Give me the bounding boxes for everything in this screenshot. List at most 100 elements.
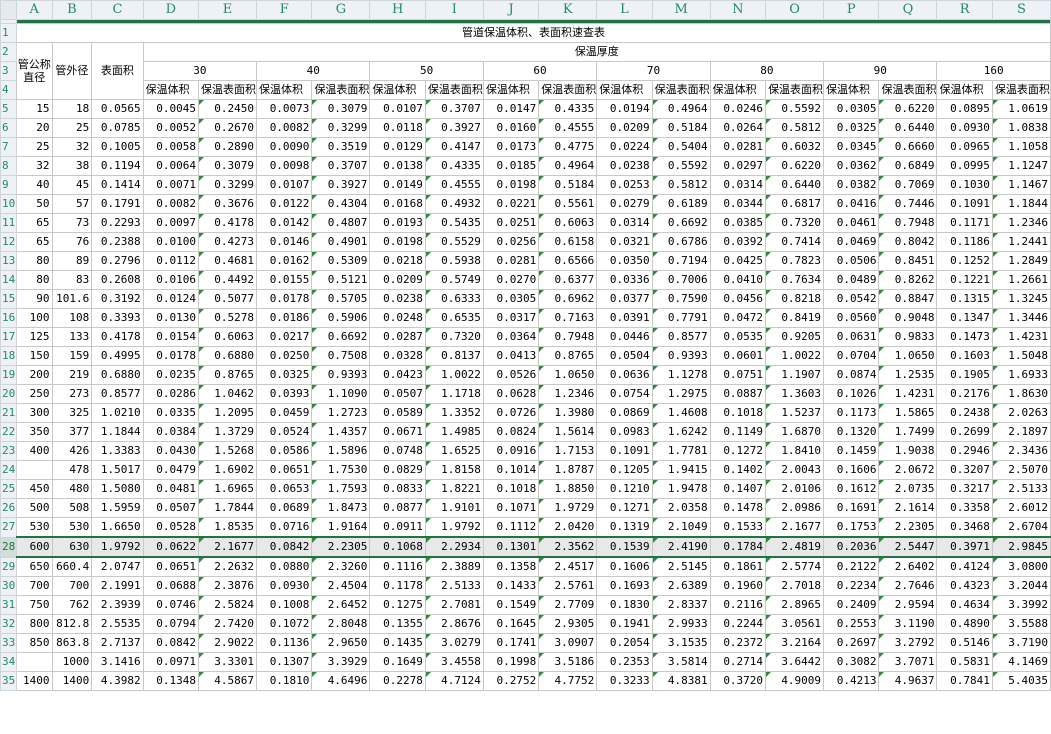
table-cell[interactable]: 0.3082 [823,652,880,672]
table-cell[interactable]: 0.4555 [538,118,598,138]
row-number[interactable]: 26 [0,498,17,518]
table-cell[interactable]: 0.0461 [823,213,880,233]
table-cell[interactable]: 0.5146 [936,633,993,653]
table-cell[interactable]: 1.9415 [651,460,711,480]
table-cell[interactable]: 0.0459 [256,403,313,423]
table-cell[interactable]: 0.0565 [91,99,144,119]
table-cell[interactable]: 2.2305 [878,517,938,538]
column-header-n[interactable]: N [709,0,767,20]
table-cell[interactable]: 600 [15,536,53,558]
table-cell[interactable]: 0.6849 [878,156,938,176]
table-cell[interactable]: 3.2044 [991,576,1051,596]
table-cell[interactable]: 0.6032 [765,137,825,157]
table-cell[interactable]: 0.7069 [878,175,938,195]
table-cell[interactable]: 2.6704 [991,517,1051,538]
table-cell[interactable]: 0.0983 [596,422,653,442]
table-cell[interactable]: 1.2346 [538,384,598,404]
table-cell[interactable]: 0.0716 [256,517,313,538]
table-cell[interactable]: 1.2095 [198,403,258,423]
table-cell[interactable]: 0.2409 [823,595,880,615]
table-cell[interactable]: 0.0082 [142,194,200,214]
table-cell[interactable]: 0.6063 [198,327,258,347]
table-cell[interactable]: 0.2946 [936,441,993,461]
table-cell[interactable]: 125 [15,327,53,347]
table-cell[interactable]: 1.7153 [538,441,598,461]
table-cell[interactable]: 25 [51,118,93,138]
table-cell[interactable]: 3.3301 [198,652,258,672]
table-cell[interactable]: 0.0235 [142,365,200,385]
table-cell[interactable]: 0.0628 [482,384,540,404]
table-cell[interactable]: 0.3079 [198,156,258,176]
table-cell[interactable] [15,460,53,480]
table-cell[interactable]: 863.8 [51,633,93,653]
table-cell[interactable]: 0.0965 [936,137,993,157]
table-cell[interactable]: 0.2122 [823,556,880,577]
table-cell[interactable]: 0.1072 [256,614,313,634]
row-number[interactable]: 11 [0,213,17,233]
table-cell[interactable]: 0.0194 [596,99,653,119]
table-cell[interactable]: 0.0256 [482,232,540,252]
table-cell[interactable]: 0.4807 [311,213,371,233]
table-cell[interactable]: 2.0263 [991,403,1051,423]
column-header-j[interactable]: J [482,0,540,20]
table-cell[interactable]: 0.0524 [256,422,313,442]
table-cell[interactable]: 0.4178 [198,213,258,233]
table-cell[interactable]: 2.7081 [424,595,484,615]
header-outer-diameter[interactable]: 管外径 [51,42,93,100]
table-cell[interactable]: 0.5906 [311,308,371,328]
table-cell[interactable]: 40 [15,175,53,195]
table-cell[interactable]: 0.6333 [424,289,484,309]
table-cell[interactable]: 2.5133 [424,576,484,596]
table-cell[interactable]: 0.7320 [765,213,825,233]
column-header-l[interactable]: L [596,0,653,20]
table-cell[interactable]: 0.0185 [482,156,540,176]
table-cell[interactable]: 1.5896 [311,441,371,461]
table-cell[interactable]: 2.4819 [765,536,825,558]
table-cell[interactable]: 0.1307 [256,652,313,672]
header-surface-80[interactable]: 保温表面积 [765,80,825,100]
table-cell[interactable]: 0.1275 [369,595,426,615]
table-cell[interactable]: 1.6933 [991,365,1051,385]
table-cell[interactable]: 0.0423 [369,365,426,385]
table-cell[interactable]: 0.0489 [823,270,880,290]
column-header-a[interactable]: A [15,0,53,20]
table-cell[interactable]: 159 [51,346,93,366]
table-cell[interactable]: 2.4517 [538,556,598,577]
table-cell[interactable]: 80 [15,251,53,271]
table-cell[interactable]: 0.8451 [878,251,938,271]
table-cell[interactable]: 0.1533 [709,517,767,538]
table-cell[interactable]: 0.1171 [936,213,993,233]
table-cell[interactable]: 2.1677 [765,517,825,538]
table-cell[interactable]: 0.7841 [936,671,993,691]
table-cell[interactable]: 0.4213 [823,671,880,691]
table-cell[interactable]: 426 [51,441,93,461]
table-cell[interactable]: 1.7844 [198,498,258,518]
table-cell[interactable]: 32 [51,137,93,157]
table-cell[interactable]: 0.1136 [256,633,313,653]
table-cell[interactable]: 0.0325 [256,365,313,385]
table-cell[interactable]: 1.6902 [198,460,258,480]
table-cell[interactable]: 0.0250 [256,346,313,366]
table-cell[interactable]: 0.5309 [311,251,371,271]
table-cell[interactable]: 0.6880 [198,346,258,366]
table-cell[interactable]: 2.5761 [538,576,598,596]
table-cell[interactable]: 1.8850 [538,479,598,499]
row-number[interactable]: 4 [0,80,17,100]
table-cell[interactable]: 0.0097 [142,213,200,233]
table-cell[interactable]: 0.4890 [936,614,993,634]
table-cell[interactable]: 0.3233 [596,671,653,691]
row-number[interactable]: 20 [0,384,17,404]
table-cell[interactable]: 0.0653 [256,479,313,499]
table-cell[interactable]: 0.0688 [142,576,200,596]
table-cell[interactable]: 65 [15,232,53,252]
table-cell[interactable]: 0.1693 [596,576,653,596]
table-cell[interactable]: 1.6242 [651,422,711,442]
row-number[interactable]: 7 [0,137,17,157]
table-cell[interactable]: 0.1433 [482,576,540,596]
table-cell[interactable]: 150 [15,346,53,366]
row-number[interactable]: 9 [0,175,17,195]
table-cell[interactable]: 630 [51,536,93,558]
table-cell[interactable]: 1.5017 [91,460,144,480]
table-cell[interactable]: 2.3260 [311,556,371,577]
table-cell[interactable]: 0.0601 [709,346,767,366]
